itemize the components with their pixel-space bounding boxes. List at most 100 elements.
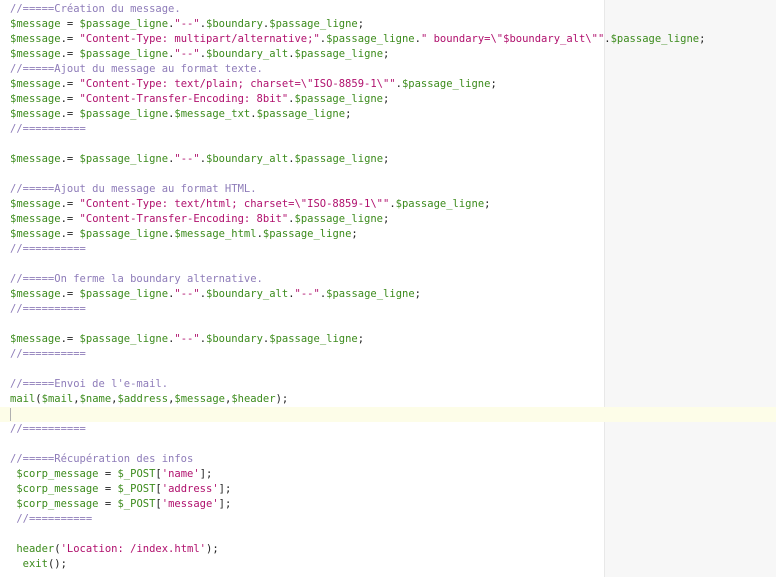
operator-token	[10, 558, 23, 570]
code-line[interactable]	[10, 317, 776, 332]
variable-token: $header	[231, 393, 276, 405]
code-line[interactable]: $message.= $passage_ligne."--".$boundary…	[10, 287, 776, 302]
function-token: header	[16, 543, 55, 555]
code-line[interactable]: $message.= "Content-Type: multipart/alte…	[10, 32, 776, 47]
operator-token: .=	[60, 198, 80, 210]
code-line[interactable]	[10, 257, 776, 272]
variable-token: $passage_ligne	[294, 48, 384, 60]
variable-token: $passage_ligne	[79, 288, 169, 300]
code-line[interactable]: $message.= "Content-Type: text/plain; ch…	[10, 77, 776, 92]
code-line[interactable]: //==========	[10, 347, 776, 362]
operator-token: ;	[383, 213, 390, 225]
variable-token: $boundary_alt	[206, 288, 289, 300]
comment-token: //=====Ajout du message au format HTML.	[10, 183, 257, 195]
operator-token: );	[275, 393, 289, 405]
code-line[interactable]	[10, 362, 776, 377]
operator-token: .=	[60, 228, 80, 240]
operator-token: =	[60, 18, 80, 30]
code-line[interactable]: //==========	[10, 122, 776, 137]
code-line[interactable]: exit();	[10, 557, 776, 572]
code-line[interactable]: //=====Envoi de l'e-mail.	[10, 377, 776, 392]
operator-token: ();	[47, 558, 67, 570]
string-token: 'name'	[161, 468, 200, 480]
code-line[interactable]: $message.= $passage_ligne."--".$boundary…	[10, 47, 776, 62]
variable-token: $message	[10, 108, 61, 120]
operator-token: ;	[345, 108, 352, 120]
variable-token: $_POST	[117, 498, 156, 510]
operator-token: ;	[357, 18, 365, 30]
variable-token: $passage_ligne	[401, 78, 491, 90]
code-lines[interactable]: //=====Création du message. $message = $p…	[0, 2, 776, 572]
code-line[interactable]: //=====Ajout du message au format HTML.	[10, 182, 776, 197]
operator-token: );	[206, 543, 219, 555]
operator-token: .=	[60, 93, 80, 105]
code-line[interactable]: //==========	[10, 512, 776, 527]
string-token: "--"	[174, 333, 200, 345]
code-line[interactable]	[10, 437, 776, 452]
variable-token: $mail	[41, 393, 74, 405]
operator-token: .=	[60, 78, 80, 90]
variable-token: $message	[174, 393, 225, 405]
comment-token: //==========	[10, 243, 86, 255]
variable-token: $passage_ligne	[79, 18, 169, 30]
variable-token: $boundary_alt	[206, 48, 289, 60]
variable-token: $message	[10, 213, 61, 225]
code-line[interactable]: //=====On ferme la boundary alternative.	[10, 272, 776, 287]
code-line[interactable]: $message.= "Content-Type: text/html; cha…	[10, 197, 776, 212]
variable-token: $_POST	[117, 468, 156, 480]
operator-token: .=	[60, 33, 80, 45]
code-line[interactable]: //=====Récupération des infos	[10, 452, 776, 467]
operator-token: ;	[357, 333, 365, 345]
code-line[interactable]	[10, 137, 776, 152]
comment-token: //==========	[10, 423, 86, 435]
code-line[interactable]: //=====Création du message.	[10, 2, 776, 17]
variable-token: $passage_ligne	[395, 198, 485, 210]
string-token: "Content-Type: text/html; charset=\"ISO-…	[79, 198, 390, 210]
variable-token: $message	[10, 288, 61, 300]
code-line[interactable]: $message.= "Content-Transfer-Encoding: 8…	[10, 92, 776, 107]
operator-token: ;	[699, 33, 706, 45]
comment-token: //==========	[10, 123, 86, 135]
code-line[interactable]: $corp_message = $_POST['name'];	[10, 467, 776, 482]
code-line[interactable]	[10, 167, 776, 182]
code-line[interactable]: $message.= $passage_ligne.$message_txt.$…	[10, 107, 776, 122]
code-line[interactable]: //=====Ajout du message au format texte.	[10, 62, 776, 77]
variable-token: $message	[10, 33, 61, 45]
code-line[interactable]: $corp_message = $_POST['address'];	[10, 482, 776, 497]
string-token: "--"	[174, 48, 200, 60]
code-line[interactable]: $message.= $passage_ligne."--".$boundary…	[10, 152, 776, 167]
operator-token: .=	[60, 213, 80, 225]
string-token: " boundary=\"$boundary_alt\""	[420, 33, 605, 45]
code-line[interactable]	[10, 527, 776, 542]
variable-token: $passage_ligne	[79, 153, 169, 165]
code-line[interactable]: $message.= "Content-Transfer-Encoding: 8…	[10, 212, 776, 227]
string-token: "Content-Type: multipart/alternative;"	[79, 33, 320, 45]
string-token: "Content-Type: text/plain; charset=\"ISO…	[79, 78, 396, 90]
variable-token: $passage_ligne	[326, 33, 415, 45]
code-line[interactable]: $message.= $passage_ligne."--".$boundary…	[10, 332, 776, 347]
comment-token: //=====Création du message.	[10, 3, 181, 15]
code-line-current[interactable]	[0, 407, 776, 422]
code-line[interactable]: mail($mail,$name,$address,$message,$head…	[10, 392, 776, 407]
operator-token: ;	[351, 228, 358, 240]
variable-token: $passage_ligne	[269, 18, 358, 30]
variable-token: $message	[10, 198, 61, 210]
variable-token: $message	[10, 78, 61, 90]
variable-token: $passage_ligne	[269, 333, 358, 345]
variable-token: $passage_ligne	[262, 228, 352, 240]
string-token: 'address'	[161, 483, 219, 495]
operator-token: =	[98, 483, 118, 495]
code-line[interactable]: $corp_message = $_POST['message'];	[10, 497, 776, 512]
code-line[interactable]: $message = $passage_ligne."--".$boundary…	[10, 17, 776, 32]
string-token: "--"	[174, 153, 200, 165]
code-line[interactable]: header('Location: /index.html');	[10, 542, 776, 557]
string-token: 'Location: /index.html'	[60, 543, 206, 555]
code-line[interactable]: //==========	[10, 422, 776, 437]
code-line[interactable]: $message.= $passage_ligne.$message_html.…	[10, 227, 776, 242]
string-token: "--"	[294, 288, 320, 300]
code-line[interactable]: //==========	[10, 302, 776, 317]
variable-token: $message	[10, 228, 61, 240]
string-token: "--"	[174, 288, 200, 300]
code-editor[interactable]: //=====Création du message. $message = $p…	[0, 0, 776, 577]
code-line[interactable]: //==========	[10, 242, 776, 257]
